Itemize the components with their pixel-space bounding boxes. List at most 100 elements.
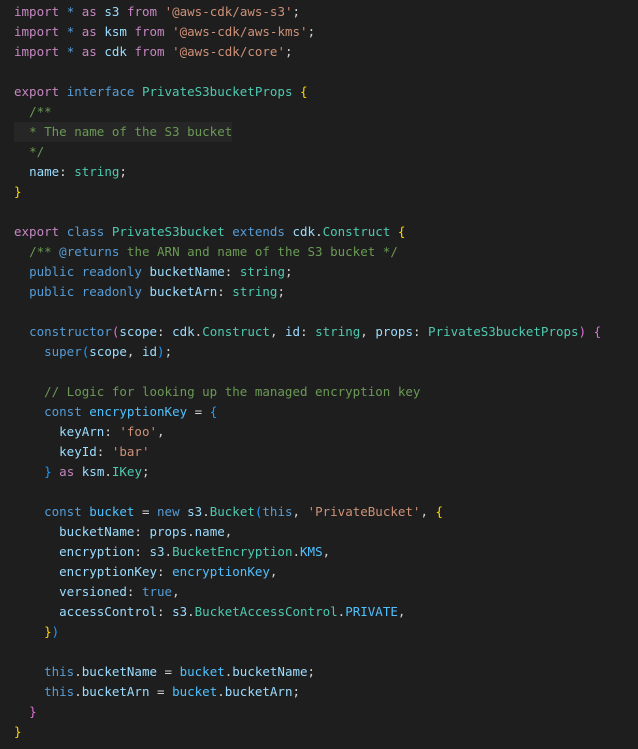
code-token: :	[157, 604, 173, 619]
code-token: bucketName	[81, 664, 158, 679]
code-token: import	[14, 44, 60, 59]
code-line[interactable]: super(scope, id);	[14, 342, 172, 362]
code-token: BucketAccessControl	[194, 604, 338, 619]
code-line[interactable]: import * as ksm from '@aws-cdk/aws-kms';	[14, 22, 315, 42]
code-token: =	[149, 684, 173, 699]
code-token: }	[29, 704, 37, 719]
code-line[interactable]: keyArn: 'foo',	[14, 422, 164, 442]
code-line[interactable]: constructor(scope: cdk.Construct, id: st…	[14, 322, 601, 342]
code-token: .	[187, 604, 195, 619]
code-line[interactable]: /**	[14, 102, 52, 122]
code-token: BucketEncryption	[172, 544, 293, 559]
code-token: */	[29, 144, 45, 159]
code-token: }	[14, 184, 22, 199]
code-line[interactable]: import * as s3 from '@aws-cdk/aws-s3';	[14, 2, 300, 22]
code-line[interactable]: accessControl: s3.BucketAccessControl.PR…	[14, 602, 405, 622]
code-line[interactable]: encryptionKey: encryptionKey,	[14, 562, 277, 582]
code-line[interactable]: public readonly bucketName: string;	[14, 262, 292, 282]
code-token: ;	[307, 24, 316, 39]
code-token: bucketArn	[81, 684, 150, 699]
code-token: Bucket	[209, 504, 255, 519]
code-line[interactable]: }	[14, 182, 22, 202]
code-line[interactable]: import * as cdk from '@aws-cdk/core';	[14, 42, 293, 62]
code-line[interactable]: bucketName: props.name,	[14, 522, 232, 542]
code-line[interactable]: export interface PrivateS3bucketProps {	[14, 82, 308, 102]
code-token: ;	[292, 4, 301, 19]
code-line[interactable]: keyId: 'bar'	[14, 442, 149, 462]
code-token: PrivateS3bucket	[111, 224, 225, 239]
code-line[interactable]: encryption: s3.BucketEncryption.KMS,	[14, 542, 330, 562]
code-line[interactable]: this.bucketName = bucket.bucketName;	[14, 662, 315, 682]
code-token: const	[44, 404, 82, 419]
code-token: PrivateS3bucketProps	[428, 324, 579, 339]
code-token: this	[262, 504, 293, 519]
code-token: )	[51, 624, 60, 639]
code-token: ,	[292, 504, 308, 519]
code-token: string	[239, 264, 285, 279]
code-line[interactable]: export class PrivateS3bucket extends cdk…	[14, 222, 405, 242]
code-line[interactable]: /** @returns the ARN and name of the S3 …	[14, 242, 398, 262]
code-token: .	[217, 684, 225, 699]
code-line[interactable]: }	[14, 702, 37, 722]
code-token: :	[134, 544, 150, 559]
code-token: '@aws-cdk/aws-s3'	[164, 4, 293, 19]
code-token: Construct	[202, 324, 270, 339]
code-line[interactable]: */	[14, 142, 44, 162]
code-line[interactable]: public readonly bucketArn: string;	[14, 282, 285, 302]
code-editor[interactable]: import * as s3 from '@aws-cdk/aws-s3'; im…	[0, 0, 638, 749]
code-token: bucket	[172, 684, 218, 699]
code-line[interactable]: })	[14, 622, 59, 642]
code-line[interactable]: const bucket = new s3.Bucket(this, 'Priv…	[14, 502, 443, 522]
code-line[interactable]: versioned: true,	[14, 582, 179, 602]
code-token: scope	[89, 344, 127, 359]
code-token: as	[81, 4, 97, 19]
code-token: accessControl	[59, 604, 157, 619]
code-token: ;	[164, 344, 173, 359]
code-token: /**	[29, 104, 52, 119]
code-token: 'PrivateBucket'	[307, 504, 421, 519]
code-token: .	[74, 684, 82, 699]
code-token: encryptionKey	[172, 564, 270, 579]
code-line[interactable]: } as ksm.IKey;	[14, 462, 150, 482]
code-token: true	[141, 584, 173, 599]
code-token: ;	[141, 464, 150, 479]
code-line[interactable]: this.bucketArn = bucket.bucketArn;	[14, 682, 300, 702]
code-token: bucketName	[149, 264, 225, 279]
code-token: {	[593, 324, 602, 339]
code-line[interactable]: }	[14, 722, 22, 742]
code-line[interactable]: name: string;	[14, 162, 127, 182]
code-token: bucketArn	[149, 284, 218, 299]
code-token: :	[96, 444, 112, 459]
code-line[interactable]: const encryptionKey = {	[14, 402, 217, 422]
code-token: {	[397, 224, 406, 239]
code-token: extends	[232, 224, 285, 239]
code-token: bucketName	[232, 664, 308, 679]
code-token: :	[126, 584, 142, 599]
code-token: keyId	[59, 444, 97, 459]
code-token: import	[14, 24, 60, 39]
code-token: encryptionKey	[59, 564, 157, 579]
code-token: string	[74, 164, 120, 179]
code-token: @returns	[59, 244, 120, 259]
code-token: props	[375, 324, 413, 339]
code-line[interactable]: * The name of the S3 bucket	[14, 122, 233, 142]
code-line[interactable]: // Logic for looking up the managed encr…	[14, 382, 420, 402]
code-token: keyArn	[59, 424, 105, 439]
code-token: .	[164, 544, 173, 559]
